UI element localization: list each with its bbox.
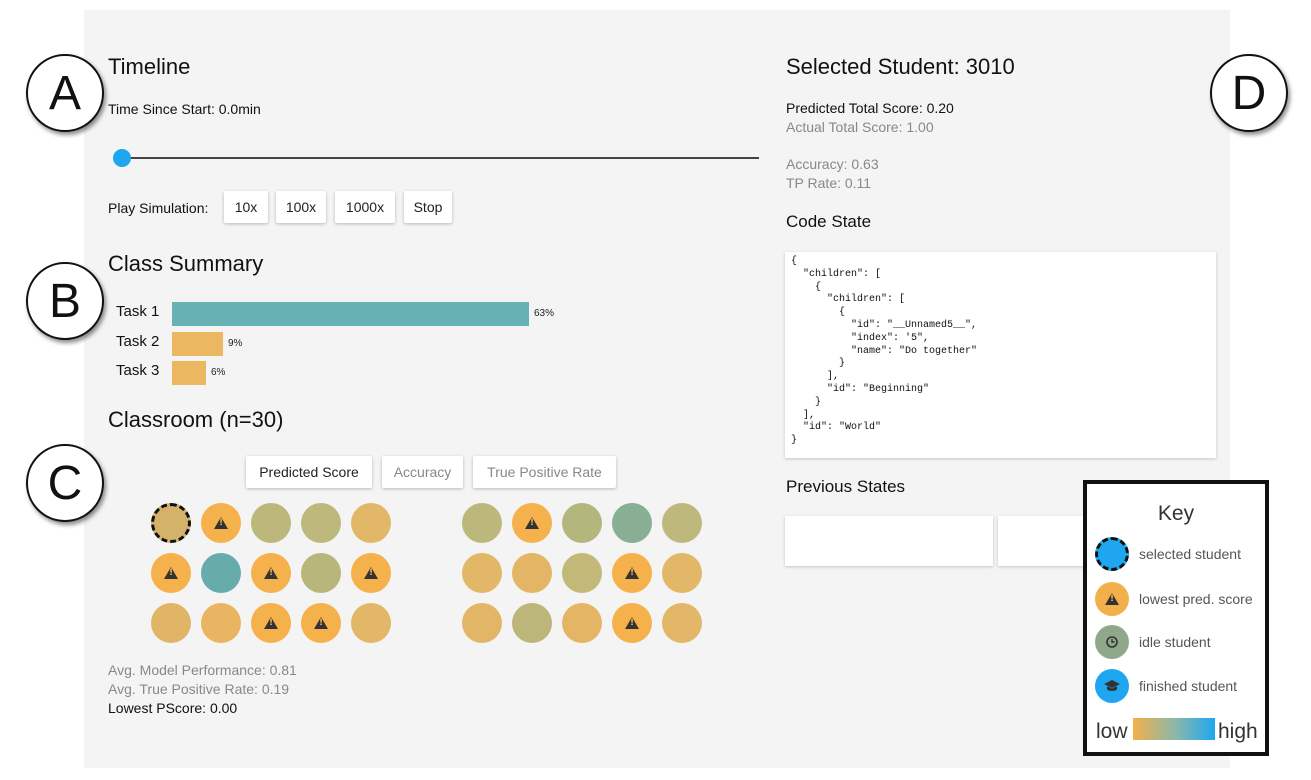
student-dot[interactable] xyxy=(462,503,502,543)
task-percent: 6% xyxy=(211,367,226,378)
avg-model-performance: Avg. Model Performance: 0.81 xyxy=(108,662,297,678)
student-dot[interactable] xyxy=(351,603,391,643)
student-dot[interactable] xyxy=(612,603,652,643)
tab-true-positive-rate[interactable]: True Positive Rate xyxy=(473,456,616,488)
predicted-total-score: Predicted Total Score: 0.20 xyxy=(786,100,954,116)
student-tp-rate: TP Rate: 0.11 xyxy=(786,175,872,191)
key-title: Key xyxy=(1157,502,1195,525)
student-dot[interactable] xyxy=(562,503,602,543)
previous-states-title: Previous States xyxy=(786,477,906,496)
task-label: Task 1 xyxy=(116,303,160,320)
legend-key: Key selected student lowest pred. score … xyxy=(1083,480,1269,756)
student-dot[interactable] xyxy=(662,553,702,593)
student-dot[interactable] xyxy=(201,603,241,643)
graduation-cap-icon xyxy=(1095,669,1129,703)
speed-10x-button[interactable]: 10x xyxy=(224,191,268,223)
key-label: selected student xyxy=(1139,546,1241,562)
warning-icon xyxy=(314,617,328,629)
warning-icon xyxy=(164,567,178,579)
warning-icon xyxy=(625,567,639,579)
student-dot[interactable] xyxy=(562,553,602,593)
class-summary-title: Class Summary xyxy=(108,251,264,276)
callout-c: C xyxy=(26,444,104,522)
actual-total-score: Actual Total Score: 1.00 xyxy=(786,119,934,135)
warning-icon xyxy=(525,517,539,529)
student-dot[interactable] xyxy=(612,503,652,543)
warning-icon xyxy=(625,617,639,629)
student-dot[interactable] xyxy=(512,603,552,643)
student-dot[interactable] xyxy=(201,503,241,543)
key-label: lowest pred. score xyxy=(1139,591,1253,607)
tab-accuracy[interactable]: Accuracy xyxy=(382,456,463,488)
task-percent: 9% xyxy=(228,338,243,349)
tab-predicted-score[interactable]: Predicted Score xyxy=(246,456,372,488)
timeline-slider-track[interactable] xyxy=(122,157,759,159)
student-dot[interactable] xyxy=(351,503,391,543)
play-simulation-label: Play Simulation: xyxy=(108,200,209,216)
clock-icon xyxy=(1095,625,1129,659)
key-high-label: high xyxy=(1218,720,1258,743)
dashed-circle-icon xyxy=(1095,537,1129,571)
student-dot[interactable] xyxy=(351,553,391,593)
callout-b: B xyxy=(26,262,104,340)
student-dot[interactable] xyxy=(301,503,341,543)
student-dot[interactable] xyxy=(201,553,241,593)
task-bar xyxy=(172,361,206,385)
student-dot[interactable] xyxy=(301,553,341,593)
color-gradient-bar xyxy=(1133,718,1215,740)
student-dot[interactable] xyxy=(301,603,341,643)
timeline-slider-handle[interactable] xyxy=(113,149,131,167)
task-label: Task 3 xyxy=(116,362,160,379)
student-dot[interactable] xyxy=(251,603,291,643)
task-percent: 63% xyxy=(534,308,555,319)
code-state-title: Code State xyxy=(786,212,872,231)
speed-1000x-button[interactable]: 1000x xyxy=(335,191,395,223)
warning-icon xyxy=(264,617,278,629)
task-bar xyxy=(172,302,529,326)
key-low-label: low xyxy=(1096,720,1128,743)
student-dot[interactable] xyxy=(151,553,191,593)
student-dot-selected[interactable] xyxy=(151,503,191,543)
student-dot[interactable] xyxy=(512,553,552,593)
lowest-pscore: Lowest PScore: 0.00 xyxy=(108,700,238,716)
warning-icon xyxy=(264,567,278,579)
student-dot[interactable] xyxy=(562,603,602,643)
student-dot[interactable] xyxy=(512,503,552,543)
callout-d: D xyxy=(1210,54,1288,132)
key-label: idle student xyxy=(1139,634,1211,650)
classroom-title: Classroom (n=30) xyxy=(108,407,284,432)
time-since-start: Time Since Start: 0.0min xyxy=(108,101,261,117)
task-label: Task 2 xyxy=(116,333,160,350)
stop-button[interactable]: Stop xyxy=(404,191,452,223)
student-dot[interactable] xyxy=(462,553,502,593)
student-dot[interactable] xyxy=(462,603,502,643)
student-dot[interactable] xyxy=(662,603,702,643)
task-bar xyxy=(172,332,223,356)
key-item-finished: finished student xyxy=(1095,669,1237,703)
avg-true-positive-rate: Avg. True Positive Rate: 0.19 xyxy=(108,681,290,697)
student-accuracy: Accuracy: 0.63 xyxy=(786,156,879,172)
previous-state-card[interactable] xyxy=(998,516,1088,566)
key-item-idle: idle student xyxy=(1095,625,1211,659)
code-state-view[interactable]: { "children": [ { "children": [ { "id": … xyxy=(785,252,1216,458)
speed-100x-button[interactable]: 100x xyxy=(276,191,326,223)
student-dot[interactable] xyxy=(251,553,291,593)
student-dot[interactable] xyxy=(662,503,702,543)
warning-icon xyxy=(214,517,228,529)
timeline-title: Timeline xyxy=(108,54,191,79)
student-dot[interactable] xyxy=(251,503,291,543)
warning-icon xyxy=(364,567,378,579)
previous-state-card[interactable] xyxy=(785,516,993,566)
key-item-lowest: lowest pred. score xyxy=(1095,582,1253,616)
key-label: finished student xyxy=(1139,678,1238,694)
student-dot[interactable] xyxy=(612,553,652,593)
student-dot[interactable] xyxy=(151,603,191,643)
key-item-selected: selected student xyxy=(1095,537,1241,571)
selected-student-title: Selected Student: 3010 xyxy=(786,54,1015,79)
warning-icon xyxy=(1095,582,1129,616)
callout-a: A xyxy=(26,54,104,132)
